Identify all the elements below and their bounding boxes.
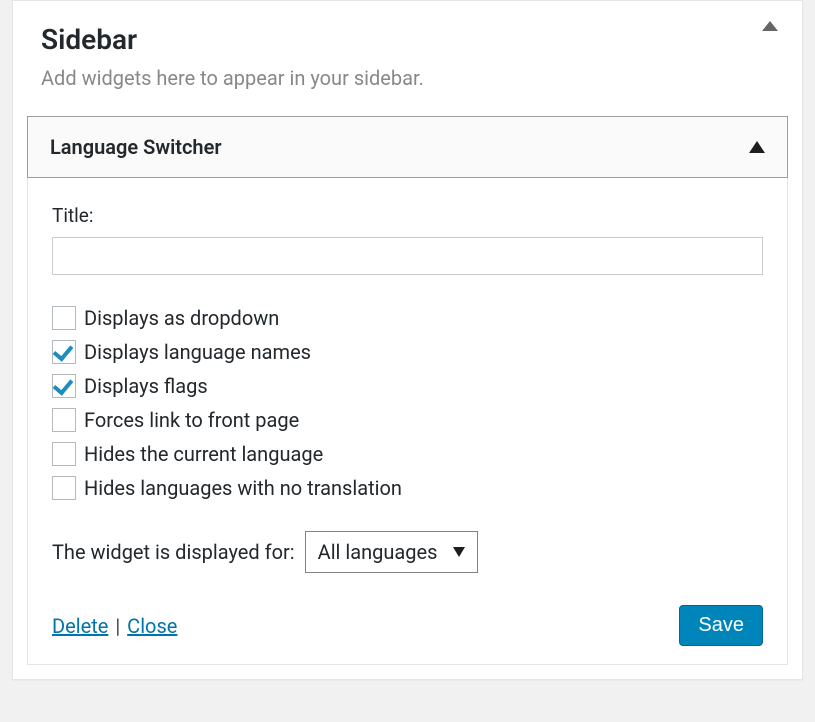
widget-title: Language Switcher — [50, 135, 222, 159]
action-links: Delete | Close — [52, 614, 177, 638]
sidebar-title: Sidebar — [41, 23, 782, 56]
option-row-dropdown: Displays as dropdown — [52, 303, 763, 333]
close-link[interactable]: Close — [127, 614, 177, 638]
checkbox-label-frontpage[interactable]: Forces link to front page — [84, 405, 299, 435]
display-for-label: The widget is displayed for: — [52, 540, 295, 564]
option-row-hidecurrent: Hides the current language — [52, 439, 763, 469]
sidebar-widget-area: Sidebar Add widgets here to appear in yo… — [12, 0, 803, 680]
display-for-select[interactable]: All languages — [305, 531, 479, 573]
checkbox-names[interactable] — [52, 340, 76, 364]
option-row-names: Displays language names — [52, 337, 763, 367]
options-group: Displays as dropdown Displays language n… — [52, 303, 763, 503]
display-for-row: The widget is displayed for: All languag… — [52, 531, 763, 573]
widget-actions: Delete | Close Save — [52, 605, 763, 646]
checkbox-hidecurrent[interactable] — [52, 442, 76, 466]
checkbox-label-dropdown[interactable]: Displays as dropdown — [84, 303, 279, 333]
display-for-selected: All languages — [318, 540, 438, 564]
checkbox-label-names[interactable]: Displays language names — [84, 337, 311, 367]
checkbox-flags[interactable] — [52, 374, 76, 398]
language-switcher-widget: Language Switcher Title: Displays as dro… — [27, 116, 788, 665]
checkbox-frontpage[interactable] — [52, 408, 76, 432]
checkbox-label-flags[interactable]: Displays flags — [84, 371, 208, 401]
checkbox-hidenotrans[interactable] — [52, 476, 76, 500]
title-input[interactable] — [52, 237, 763, 275]
checkbox-label-hidenotrans[interactable]: Hides languages with no translation — [84, 473, 402, 503]
sidebar-collapse-icon[interactable] — [762, 21, 778, 31]
option-row-frontpage: Forces link to front page — [52, 405, 763, 435]
checkbox-label-hidecurrent[interactable]: Hides the current language — [84, 439, 323, 469]
delete-link[interactable]: Delete — [52, 614, 108, 638]
option-row-flags: Displays flags — [52, 371, 763, 401]
link-divider: | — [115, 614, 125, 638]
widget-header[interactable]: Language Switcher — [27, 116, 788, 178]
title-field-label: Title: — [52, 204, 763, 227]
widget-collapse-icon — [749, 141, 765, 153]
checkbox-dropdown[interactable] — [52, 306, 76, 330]
sidebar-description: Add widgets here to appear in your sideb… — [41, 66, 782, 90]
widget-body: Title: Displays as dropdown Displays lan… — [27, 178, 788, 665]
sidebar-area-header: Sidebar Add widgets here to appear in yo… — [13, 1, 802, 110]
option-row-hidenotrans: Hides languages with no translation — [52, 473, 763, 503]
save-button[interactable]: Save — [679, 605, 763, 646]
